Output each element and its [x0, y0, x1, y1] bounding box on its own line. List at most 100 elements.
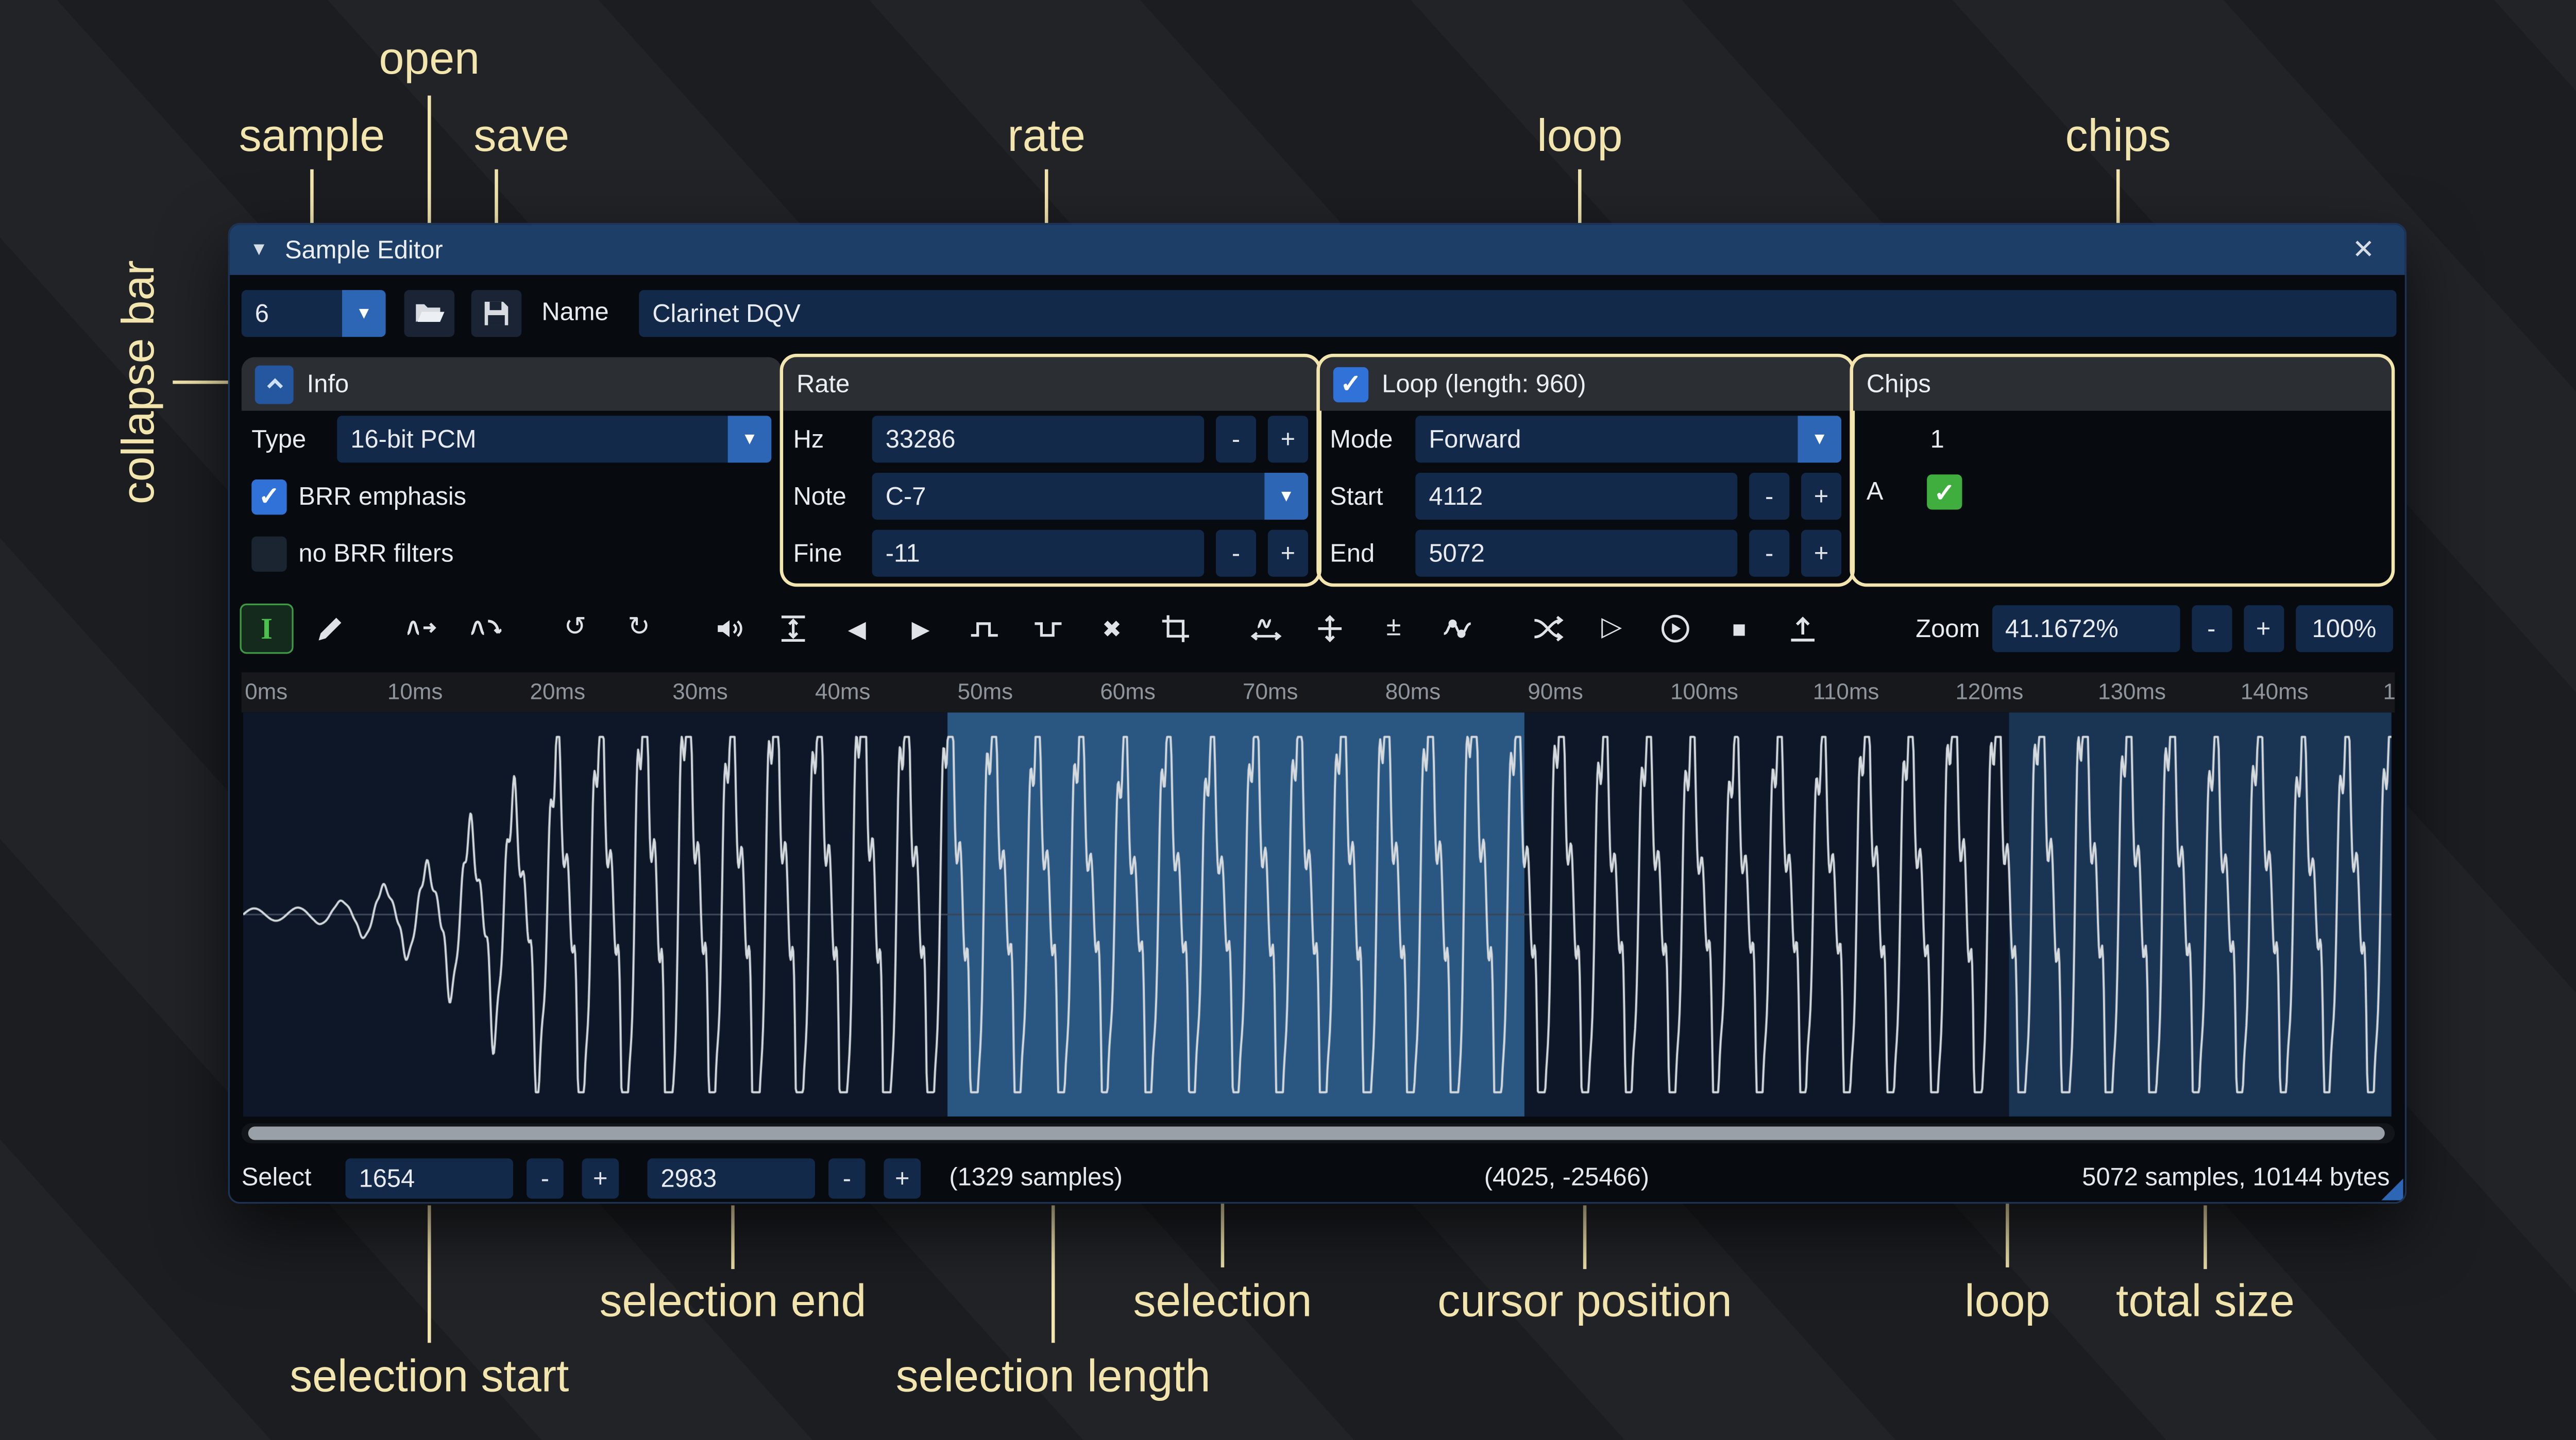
play-circle-icon	[1658, 612, 1692, 645]
info-panel-header: Info	[242, 357, 782, 410]
loop-enable-checkbox[interactable]: ✓	[1333, 366, 1368, 401]
i-beam-icon: I	[261, 611, 273, 646]
loop-mode-select[interactable]: Forward ▼	[1415, 416, 1841, 462]
waveform-canvas[interactable]	[243, 712, 2392, 1116]
amplify-button[interactable]	[704, 605, 755, 652]
chevron-down-icon[interactable]: ▼	[1264, 473, 1308, 520]
sample-number-select[interactable]: 6 ▼	[242, 290, 386, 337]
sign-button[interactable]: ±	[1368, 605, 1419, 652]
loop-end-input[interactable]	[1415, 530, 1737, 577]
info-panel: Info Type 16-bit PCM ▼ ✓ BRR emphasis no…	[242, 357, 782, 583]
selection-end-decrement-button[interactable]: -	[828, 1158, 866, 1198]
select-label: Select	[242, 1154, 312, 1204]
save-button[interactable]	[471, 290, 522, 337]
window-collapse-icon[interactable]: ▼	[250, 239, 268, 260]
loop-start-increment-button[interactable]: +	[1801, 473, 1841, 520]
chevron-down-icon[interactable]: ▼	[1798, 416, 1841, 462]
loop-end-increment-button[interactable]: +	[1801, 530, 1841, 577]
redo-button[interactable]: ↻	[614, 605, 664, 652]
pencil-icon	[314, 612, 347, 645]
resize-button[interactable]	[396, 605, 446, 652]
hz-decrement-button[interactable]: -	[1216, 416, 1256, 462]
close-button[interactable]: ✕	[2342, 231, 2385, 268]
chip-a1-checkbox[interactable]: ✓	[1927, 474, 1962, 509]
zoom-in-button[interactable]: +	[2243, 605, 2283, 652]
annotation-total-size-line	[2204, 1205, 2207, 1269]
selection-start-increment-button[interactable]: +	[582, 1158, 619, 1198]
window-title: Sample Editor	[285, 235, 443, 264]
zoom-reset-button[interactable]: 100%	[2295, 605, 2393, 652]
undo-button[interactable]: ↺	[550, 605, 601, 652]
filter-button[interactable]	[1432, 605, 1483, 652]
chevron-down-icon[interactable]: ▼	[728, 416, 772, 462]
annotation-collapse-bar: collapse bar	[113, 260, 165, 504]
chip-row-label: A	[1867, 478, 1884, 506]
normalize-button[interactable]	[768, 605, 819, 652]
stop-button[interactable]: ■	[1714, 605, 1765, 652]
open-button[interactable]	[404, 290, 454, 337]
mode-label: Mode	[1330, 425, 1403, 453]
selection-end-input[interactable]	[647, 1158, 815, 1198]
selection-end-increment-button[interactable]: +	[884, 1158, 921, 1198]
ruler-label: 130ms	[2098, 679, 2166, 704]
no-brr-filters-checkbox[interactable]	[251, 536, 286, 571]
sample-bar: 6 ▼ Name	[230, 290, 2405, 337]
fade-in-button[interactable]: ◀	[832, 605, 883, 652]
sample-editor-window: ▼ Sample Editor ✕ 6 ▼ Name	[228, 223, 2406, 1204]
selection-start-decrement-button[interactable]: -	[527, 1158, 564, 1198]
check-icon: ✓	[1340, 369, 1361, 399]
create-wavetable-button[interactable]	[1777, 605, 1828, 652]
reverse-button[interactable]	[1241, 605, 1292, 652]
loop-end-decrement-button[interactable]: -	[1749, 530, 1789, 577]
annotation-selection-length: selection length	[896, 1351, 1211, 1403]
zoom-input[interactable]	[1992, 605, 2180, 652]
play-button[interactable]	[1650, 605, 1701, 652]
plus-minus-icon: ±	[1386, 615, 1401, 642]
upload-icon	[1786, 612, 1820, 645]
collapse-bar-button[interactable]	[255, 365, 294, 403]
draw-button[interactable]	[305, 605, 355, 652]
zoom-out-button[interactable]: -	[2191, 605, 2231, 652]
ruler-label: 20ms	[530, 679, 585, 704]
brr-emphasis-label: BRR emphasis	[298, 482, 466, 510]
delete-x-icon: ✖	[1102, 617, 1122, 641]
ruler-label: 50ms	[958, 679, 1013, 704]
loop-start-input[interactable]	[1415, 473, 1737, 520]
note-select[interactable]: C-7 ▼	[872, 473, 1308, 520]
ruler-label: 140ms	[2241, 679, 2309, 704]
resize-grip[interactable]	[2381, 1178, 2403, 1200]
hz-increment-button[interactable]: +	[1268, 416, 1308, 462]
crossfade-icon	[1531, 612, 1565, 645]
fine-decrement-button[interactable]: -	[1216, 530, 1256, 577]
selection-length-text: (1329 samples)	[949, 1154, 1123, 1204]
hz-input[interactable]	[872, 416, 1205, 462]
selection-start-input[interactable]	[346, 1158, 514, 1198]
apply-silence-button[interactable]	[1023, 605, 1074, 652]
loop-panel-title: Loop (length: 960)	[1382, 370, 1586, 398]
loop-start-decrement-button[interactable]: -	[1749, 473, 1789, 520]
title-bar[interactable]: ▼ Sample Editor ✕	[230, 225, 2405, 275]
chip-column-header: 1	[1930, 426, 1944, 454]
type-select[interactable]: 16-bit PCM ▼	[337, 416, 771, 462]
annotation-loop-region: loop	[1964, 1276, 2050, 1328]
ruler-label: 30ms	[672, 679, 727, 704]
preview-button[interactable]: ▷	[1586, 605, 1637, 652]
trim-button[interactable]	[1150, 605, 1201, 652]
annotation-chips: chips	[2065, 111, 2171, 163]
cursor-position-text: (4025, -25466)	[1484, 1154, 1649, 1204]
sample-name-input[interactable]	[639, 290, 2396, 337]
waveform-scrollbar[interactable]	[242, 1123, 2395, 1143]
delete-button[interactable]: ✖	[1087, 605, 1137, 652]
insert-silence-button[interactable]	[959, 605, 1010, 652]
fine-input[interactable]	[872, 530, 1205, 577]
edit-mode-button[interactable]: I	[242, 605, 292, 652]
note-label: Note	[793, 482, 860, 510]
chevron-down-icon[interactable]: ▼	[342, 290, 386, 337]
resample-button[interactable]	[460, 605, 510, 652]
crossfade-button[interactable]	[1523, 605, 1573, 652]
fade-out-button[interactable]: ▶	[895, 605, 946, 652]
invert-button[interactable]	[1304, 605, 1355, 652]
brr-emphasis-checkbox[interactable]: ✓	[251, 478, 286, 513]
scrollbar-thumb[interactable]	[248, 1126, 2385, 1140]
fine-increment-button[interactable]: +	[1268, 530, 1308, 577]
